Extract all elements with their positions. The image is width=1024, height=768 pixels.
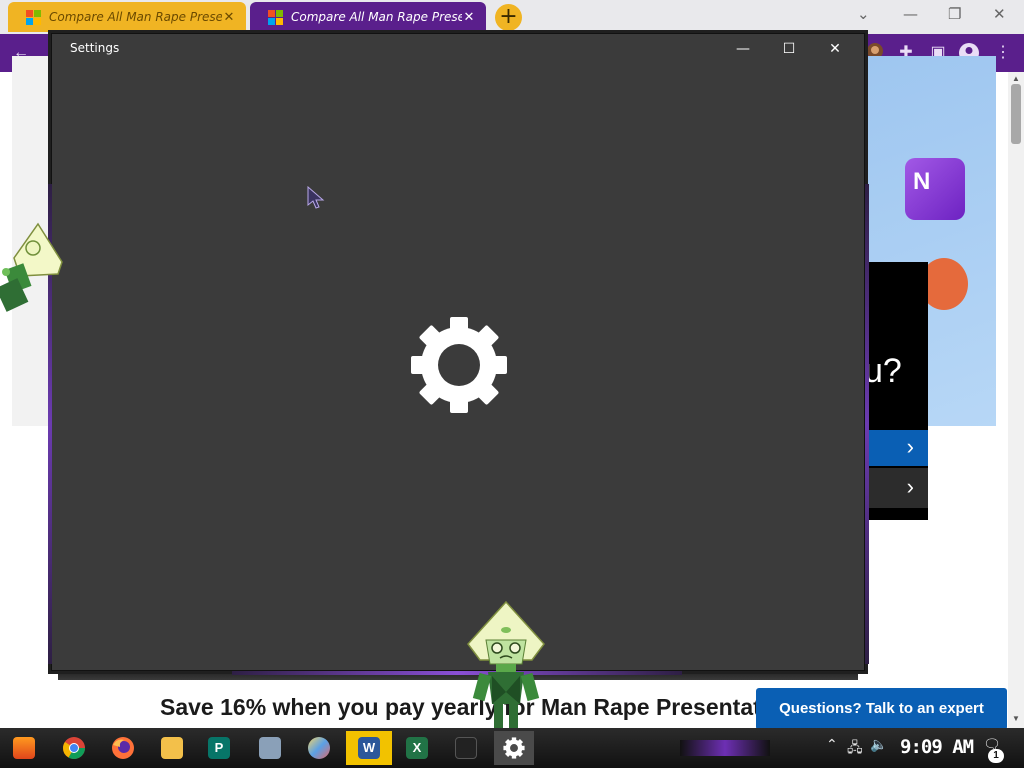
network-icon[interactable]: 🖧	[847, 737, 863, 761]
tab-title: Compare All Man Rape Presentation	[291, 10, 462, 24]
gear-icon	[411, 317, 507, 413]
scroll-up-icon[interactable]: ▲	[1008, 74, 1024, 83]
page-scrollbar[interactable]: ▲ ▼	[1008, 72, 1024, 728]
scrollbar-thumb[interactable]	[1011, 84, 1021, 144]
tab-search-chevron-icon[interactable]: ⌄	[857, 5, 870, 27]
tab-title: Compare All Man Rape Presentation	[49, 10, 222, 24]
new-tab-button[interactable]: +	[495, 4, 522, 31]
talk-to-expert-button[interactable]: Questions? Talk to an expert	[756, 688, 1007, 730]
browser-close-icon[interactable]: ✕	[993, 5, 1006, 27]
mouse-cursor-icon	[307, 186, 325, 209]
chrome-icon	[63, 737, 85, 759]
taskbar-decoration	[680, 740, 770, 756]
microsoft-logo-icon	[26, 9, 41, 25]
excel-icon: X	[406, 737, 428, 759]
promo-panel: u? › ›	[864, 262, 928, 520]
taskbar-app-firefox[interactable]	[103, 731, 143, 765]
settings-maximize-button[interactable]: ☐	[767, 38, 811, 60]
browser-tab-1[interactable]: Compare All Man Rape Presentation ✕	[8, 2, 246, 32]
tab-close-icon[interactable]: ✕	[462, 10, 476, 25]
taskbar-app-excel[interactable]: X	[397, 731, 437, 765]
promo-panel-question: u?	[864, 352, 902, 390]
browser-tabstrip: Compare All Man Rape Presentation ✕ Comp…	[0, 0, 1024, 34]
photos-icon	[259, 737, 281, 759]
notification-count-badge: 1	[988, 749, 1004, 763]
taskbar-app-publisher[interactable]: P	[199, 731, 239, 765]
app-icon	[455, 737, 477, 759]
taskbar-app-word[interactable]: W	[346, 731, 392, 765]
onenote-icon: N	[905, 158, 965, 220]
firefox-icon	[112, 737, 134, 759]
character-sprite-left	[0, 222, 63, 312]
settings-window: Settings — ☐ ✕	[48, 33, 869, 675]
volume-icon[interactable]: 🔈	[870, 737, 887, 753]
publisher-icon: P	[208, 737, 230, 759]
settings-minimize-button[interactable]: —	[721, 38, 765, 60]
taskbar-app-file-explorer[interactable]	[152, 731, 192, 765]
microsoft-logo-icon	[268, 9, 283, 25]
tab-close-icon[interactable]: ✕	[222, 10, 236, 25]
folder-icon	[161, 737, 183, 759]
character-sprite-center	[467, 600, 545, 728]
gear-icon	[503, 737, 525, 759]
start-icon	[13, 737, 35, 759]
browser-minimize-icon[interactable]: —	[903, 5, 918, 27]
taskbar-app-chrome[interactable]	[54, 731, 94, 765]
taskbar-app-photos[interactable]	[250, 731, 290, 765]
taskbar-clock[interactable]: 9:09 AM	[900, 736, 974, 758]
settings-close-button[interactable]: ✕	[813, 38, 857, 60]
paint-palette-icon	[308, 737, 330, 759]
window-accent-right	[865, 184, 869, 664]
taskbar-app-paint[interactable]	[299, 731, 339, 765]
settings-window-title: Settings	[70, 41, 120, 55]
browser-tab-2[interactable]: Compare All Man Rape Presentation ✕	[250, 2, 486, 32]
browser-restore-icon[interactable]: ❐	[948, 5, 961, 27]
window-accent-bottom	[232, 671, 682, 675]
promo-panel-link-1[interactable]: ›	[864, 430, 928, 466]
promo-panel-link-2[interactable]: ›	[864, 468, 928, 508]
scroll-down-icon[interactable]: ▼	[1008, 714, 1024, 723]
taskbar: P W X ⌃ 🖧 🔈 9:09 AM 🗨 1	[0, 728, 1024, 768]
taskbar-start-button[interactable]	[4, 731, 44, 765]
taskbar-app-unknown[interactable]	[446, 731, 486, 765]
settings-titlebar[interactable]: Settings — ☐ ✕	[52, 34, 864, 64]
tray-overflow-chevron-icon[interactable]: ⌃	[826, 737, 838, 753]
word-icon: W	[358, 737, 380, 759]
taskbar-app-settings[interactable]	[494, 731, 534, 765]
